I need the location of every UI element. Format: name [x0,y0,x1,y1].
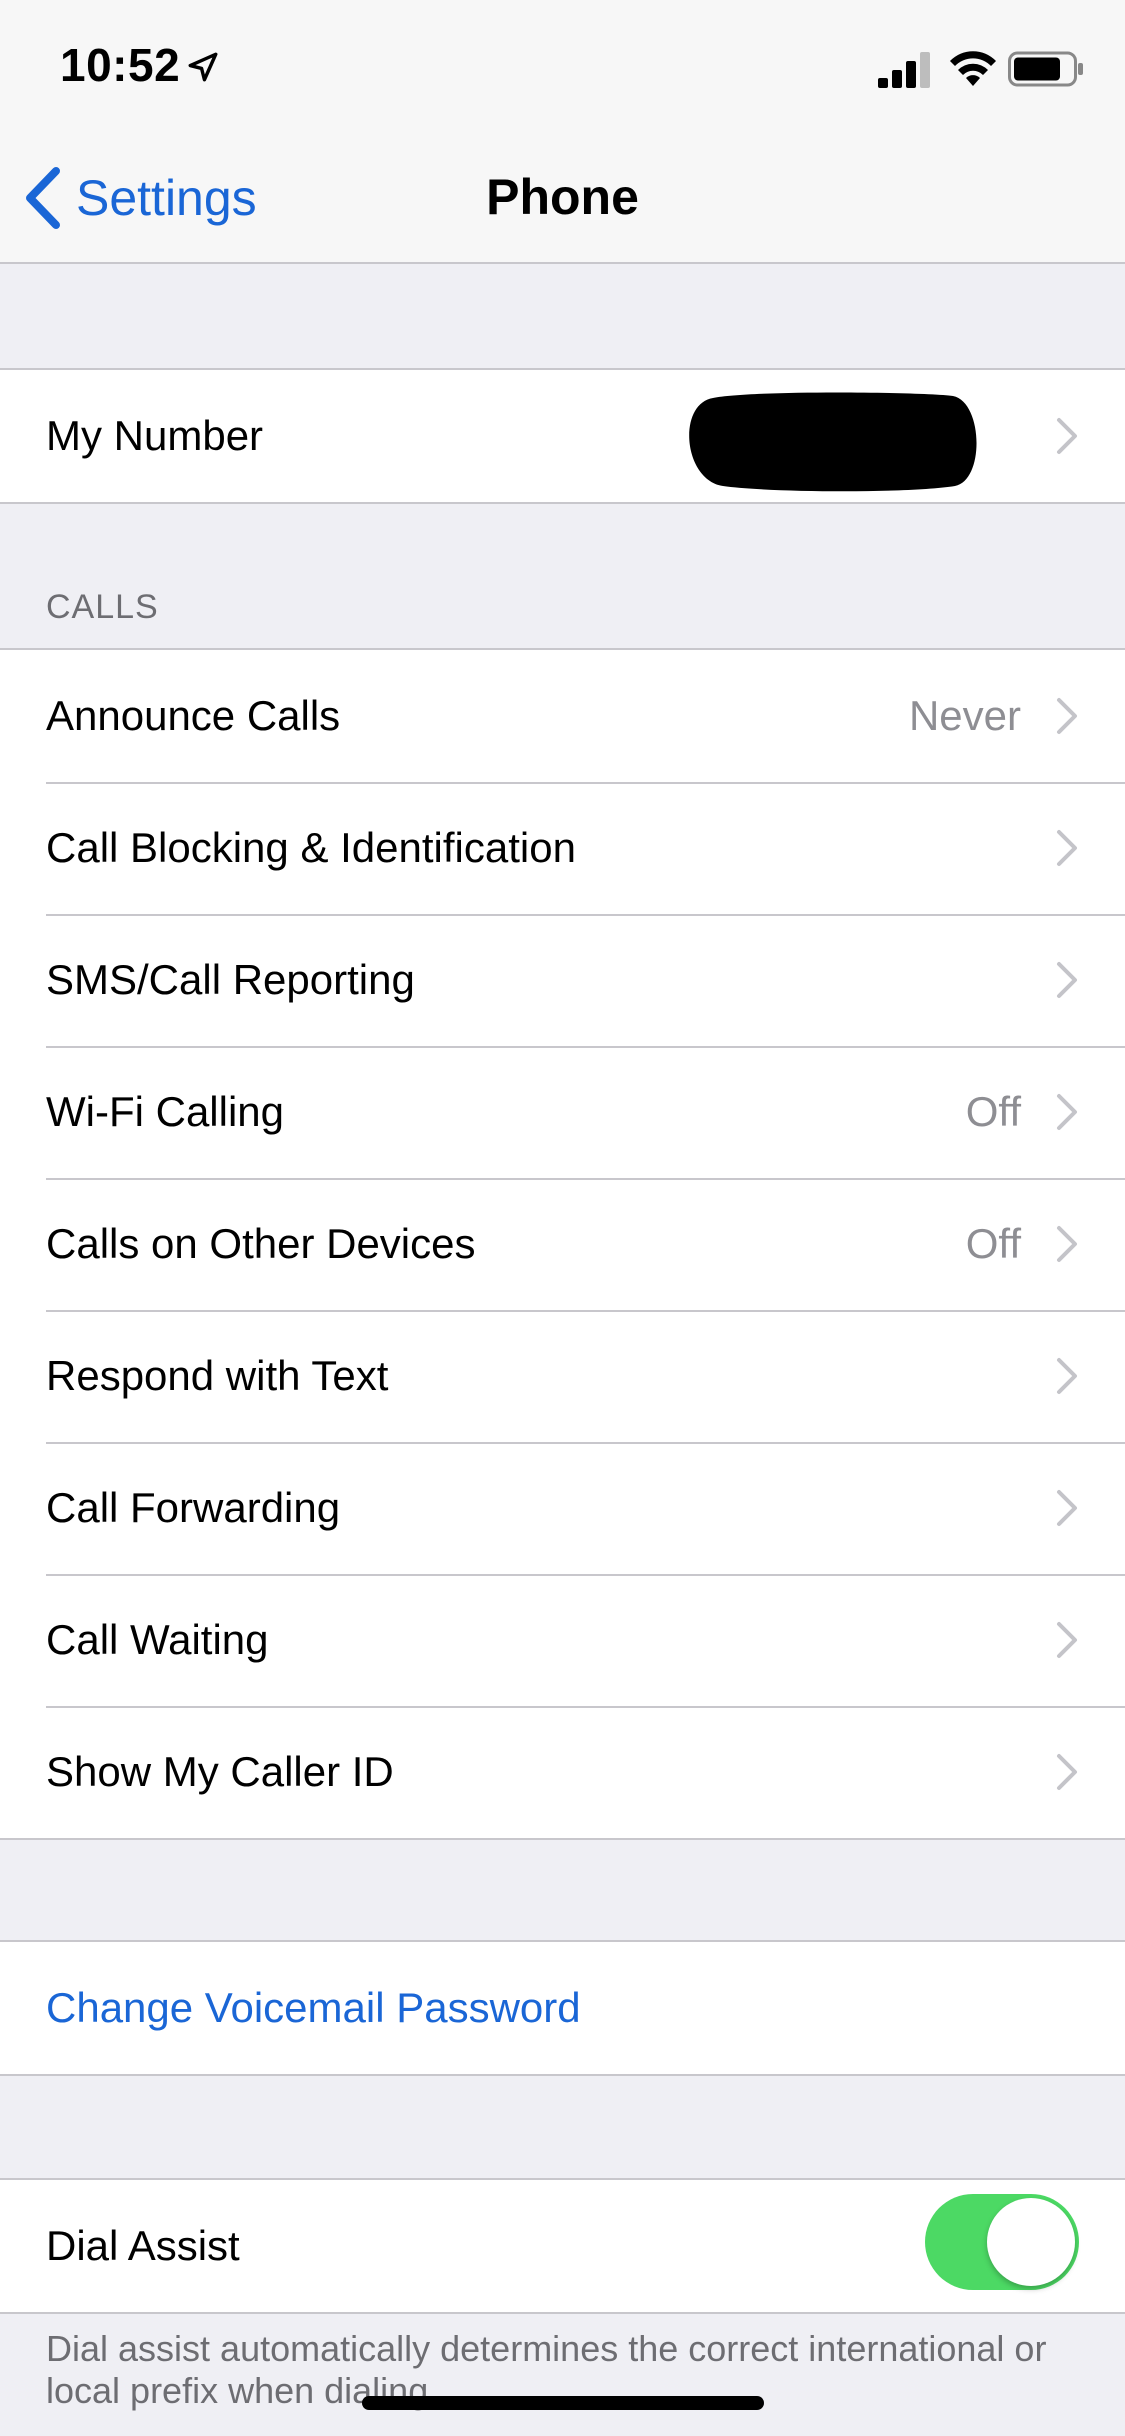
battery-icon [1008,51,1083,87]
dial-assist-row: Dial Assist [0,2180,1125,2312]
chevron-right-icon [1057,1490,1077,1526]
calls-section-header: CALLS [46,588,159,626]
chevron-right-icon [1057,1094,1077,1130]
respond-with-text-row[interactable]: Respond with Text [0,1310,1125,1442]
change-voicemail-password-row[interactable]: Change Voicemail Password [0,1942,1125,2074]
chevron-right-icon [1057,1754,1077,1790]
row-value: Never [908,692,1021,739]
row-label: Call Waiting [46,1616,269,1663]
chevron-right-icon [1057,698,1077,734]
row-label: Call Blocking & Identification [46,824,576,871]
show-my-caller-id-row[interactable]: Show My Caller ID [0,1706,1125,1838]
navigation-bar: Settings Phone [0,132,1125,264]
calls-group: Announce Calls Never Call Blocking & Ide… [0,648,1125,1840]
chevron-right-icon [1057,830,1077,866]
phone-settings-screen: 10:52 Settings Phone My Number CALLS Ann… [0,0,1125,2436]
wifi-icon [950,51,996,86]
toggle-knob [987,2198,1075,2286]
row-label: Call Forwarding [46,1484,341,1531]
redacted-phone-number [689,392,977,492]
chevron-right-icon [1057,1226,1077,1262]
location-arrow-icon [188,52,218,82]
row-value: Off [965,1088,1021,1135]
wifi-calling-row[interactable]: Wi-Fi Calling Off [0,1046,1125,1178]
dial-assist-group: Dial Assist [0,2178,1125,2314]
status-bar: 10:52 [0,0,1125,132]
voicemail-group: Change Voicemail Password [0,1940,1125,2076]
my-number-row[interactable]: My Number [0,370,1125,502]
call-forwarding-row[interactable]: Call Forwarding [0,1442,1125,1574]
status-time: 10:52 [60,39,181,91]
chevron-right-icon [1057,1622,1077,1658]
home-indicator[interactable] [362,2396,764,2410]
calls-on-other-devices-row[interactable]: Calls on Other Devices Off [0,1178,1125,1310]
page-title: Phone [486,169,639,225]
row-label: Show My Caller ID [46,1748,394,1795]
chevron-right-icon [1057,1358,1077,1394]
call-blocking-row[interactable]: Call Blocking & Identification [0,782,1125,914]
row-label: Wi-Fi Calling [46,1088,285,1135]
row-label: Announce Calls [46,692,341,739]
cellular-signal-icon [878,52,930,88]
sms-call-reporting-row[interactable]: SMS/Call Reporting [0,914,1125,1046]
change-voicemail-password-link[interactable]: Change Voicemail Password [46,1984,581,2032]
announce-calls-row[interactable]: Announce Calls Never [0,650,1125,782]
row-value: Off [965,1220,1021,1267]
my-number-group: My Number [0,368,1125,504]
row-label: Respond with Text [46,1352,389,1399]
chevron-right-icon [1057,418,1077,454]
dial-assist-toggle[interactable] [925,2194,1079,2290]
row-label: Calls on Other Devices [46,1220,476,1267]
call-waiting-row[interactable]: Call Waiting [0,1574,1125,1706]
row-label: SMS/Call Reporting [46,956,415,1003]
chevron-right-icon [1057,962,1077,998]
